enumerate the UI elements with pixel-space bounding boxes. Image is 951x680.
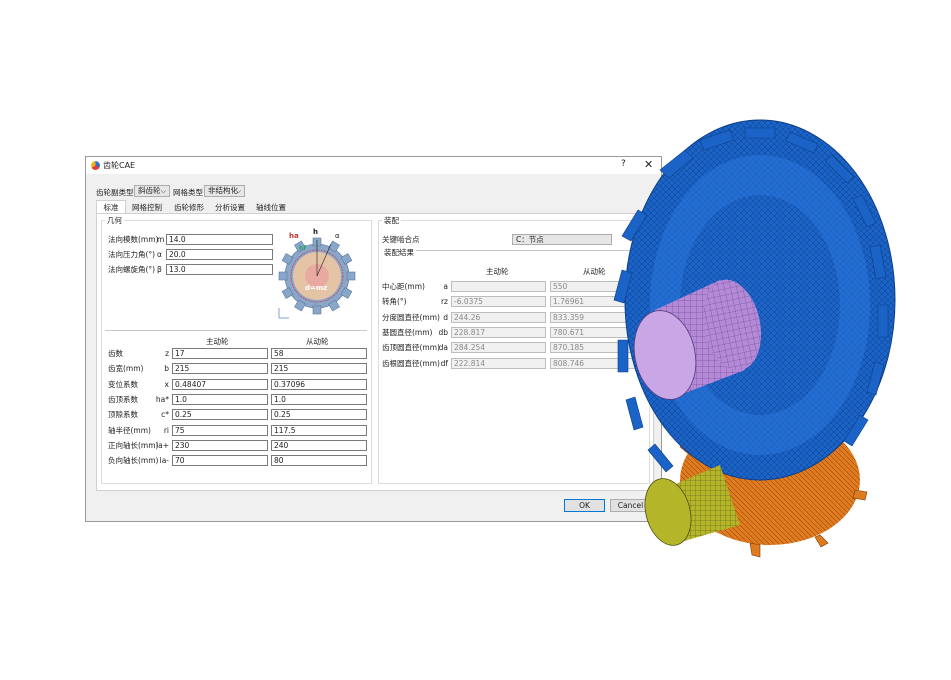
gear-mesh-render: [613, 119, 896, 558]
wheel-gear: [613, 119, 896, 481]
